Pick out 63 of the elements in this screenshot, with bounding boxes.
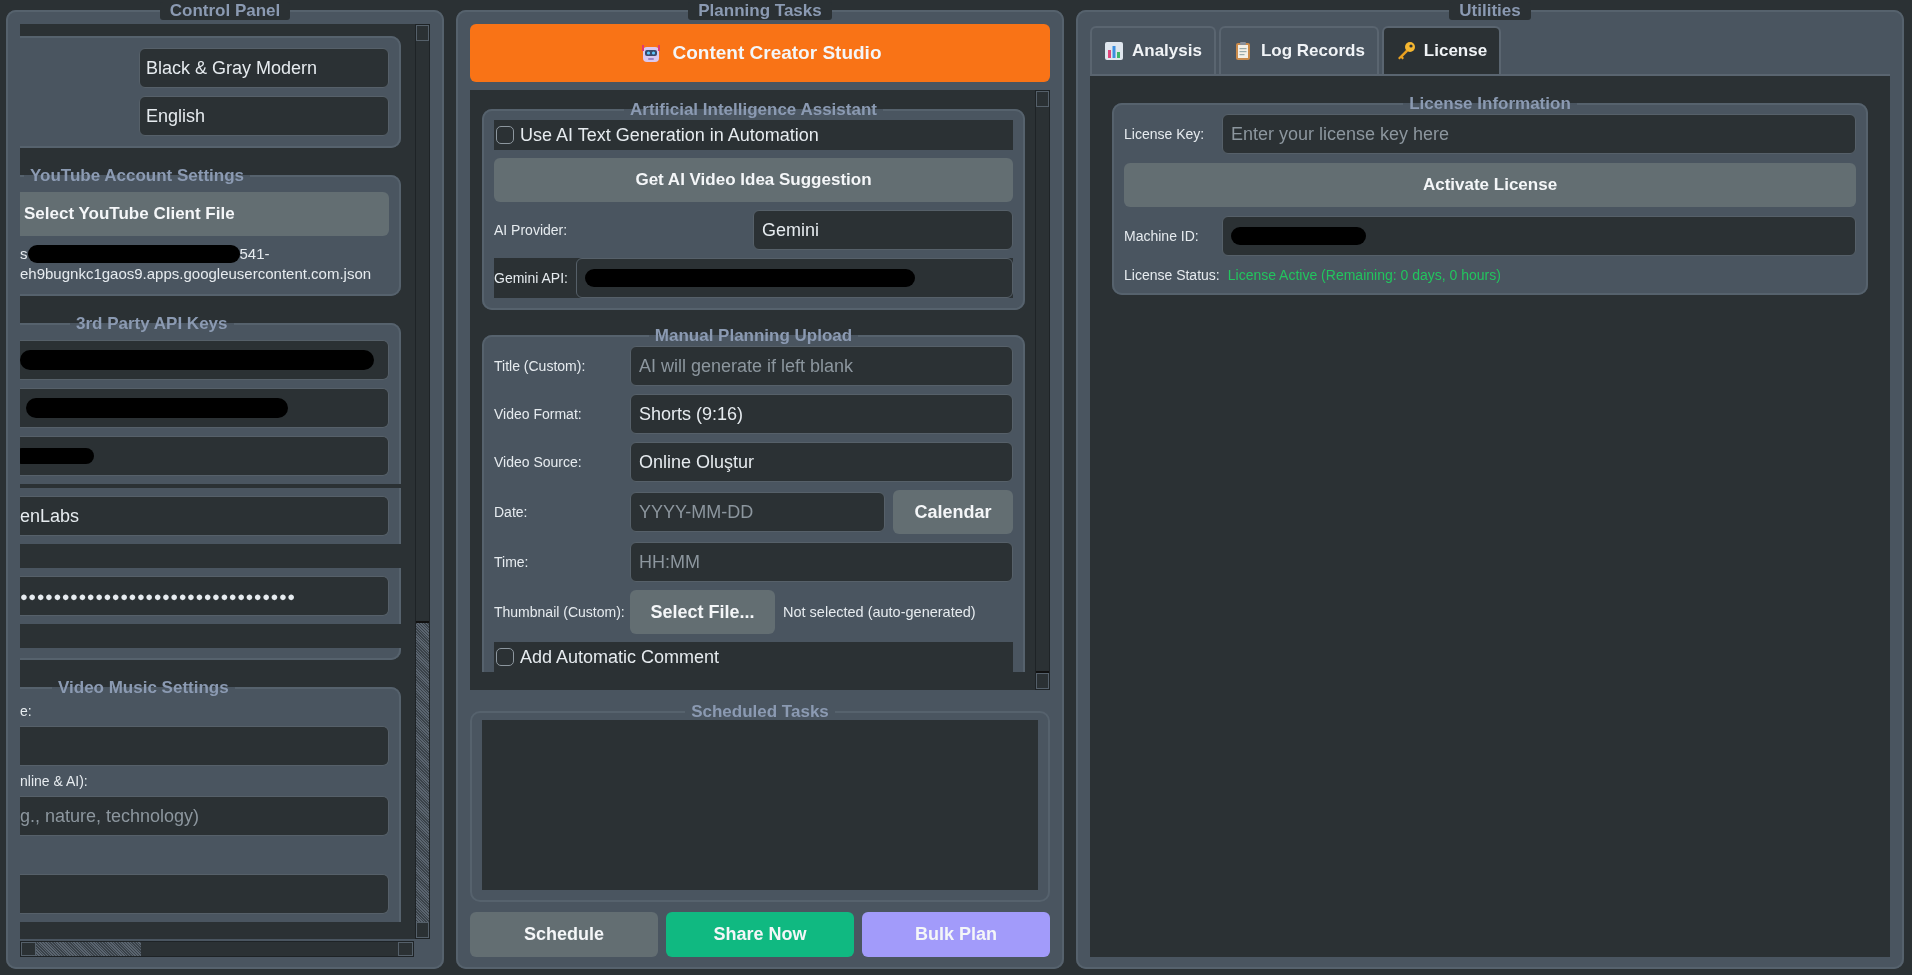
calendar-button[interactable]: Calendar (893, 490, 1013, 534)
select-file-button[interactable]: Select YouTube Client File (20, 192, 389, 236)
provider-field[interactable]: enLabs (20, 496, 389, 536)
tab[interactable]: Log Records (1218, 26, 1379, 74)
vertical-scrollbar[interactable] (415, 24, 430, 939)
dropdown-field[interactable]: Gemini (753, 210, 1013, 250)
group-title: Manual Planning Upload (653, 328, 854, 344)
vertical-scrollbar[interactable] (1035, 90, 1050, 690)
horizontal-scrollbar[interactable] (20, 941, 414, 957)
group-title: Artificial Intelligence Assistant (629, 102, 878, 118)
input-field[interactable] (20, 874, 389, 914)
field-label: nline & AI): (20, 774, 89, 788)
comment-checkbox[interactable]: Add Automatic Comment (494, 642, 1013, 672)
group-title: Video Music Settings (57, 680, 230, 696)
input-field[interactable]: Shorts (9:16) (630, 394, 1013, 434)
field-label: License Key: (1124, 126, 1206, 142)
tab[interactable]: Analysis (1090, 26, 1216, 74)
field-label: Video Format: (494, 406, 583, 422)
suggestion-button[interactable]: Get AI Video Idea Suggestion (494, 158, 1013, 202)
studio-button[interactable]: Content Creator Studio (470, 24, 1050, 82)
field-label: Machine ID: (1124, 228, 1200, 244)
api-key-field[interactable] (20, 388, 389, 428)
action-button[interactable]: Schedule (470, 912, 658, 957)
field-label: Gemini API: (494, 270, 568, 286)
panel-title: Utilities (1449, 2, 1531, 20)
machine-id-field[interactable] (1222, 216, 1856, 256)
file-path-text: 541- (239, 244, 270, 264)
file-path-text: eh9bugnkc1gaos9.apps.googleusercontent.com.json (20, 264, 372, 284)
select-file-button[interactable]: Select File... (630, 590, 775, 634)
group-title: YouTube Account Settings (29, 168, 246, 184)
api-key-field[interactable] (20, 436, 389, 476)
input-field[interactable]: HH:MM (630, 542, 1013, 582)
bar-chart-icon (1104, 41, 1124, 61)
field-label: Title (Custom): (494, 358, 587, 374)
file-path-text: s (20, 244, 28, 264)
field-label: e: (20, 704, 33, 718)
license-status-text: License Active (Remaining: 0 days, 0 hours) (1227, 267, 1501, 283)
date-field[interactable]: YYYY-MM-DD (630, 492, 885, 532)
password-field[interactable]: ●●●●●●●●●●●●●●●●●●●●●●●●●●●●●●●●● (20, 576, 389, 616)
input-field[interactable]: AI will generate if left blank (630, 346, 1013, 386)
field-label: Thumbnail (Custom): (494, 604, 622, 620)
license-key-field[interactable]: Enter your license key here (1222, 114, 1856, 154)
file-status-text: Not selected (auto-generated) (783, 604, 976, 620)
group-title: 3rd Party API Keys (75, 316, 229, 332)
panel-title: Planning Tasks (688, 2, 832, 20)
field-label: Date: (494, 504, 529, 520)
group-title: Scheduled Tasks (690, 704, 830, 720)
ai-text-checkbox[interactable]: Use AI Text Generation in Automation (494, 120, 1013, 150)
api-key-field[interactable] (20, 340, 389, 380)
tab[interactable]: License (1381, 26, 1502, 74)
input-field[interactable] (20, 726, 389, 766)
dropdown-field[interactable]: English (139, 96, 389, 136)
input-field[interactable]: Online Oluştur (630, 442, 1013, 482)
field-label: License Status: (1124, 267, 1220, 283)
field-label: AI Provider: (494, 222, 569, 238)
panel-title: Control Panel (159, 2, 291, 20)
group-title: License Information (1408, 96, 1572, 112)
input-field[interactable]: g., nature, technology) (20, 796, 389, 836)
field-label: Time: (494, 554, 530, 570)
activate-button[interactable]: Activate License (1124, 163, 1856, 207)
field-label: Video Source: (494, 454, 583, 470)
api-key-field[interactable] (575, 258, 1013, 298)
dropdown-field[interactable]: Black & Gray Modern (139, 48, 389, 88)
